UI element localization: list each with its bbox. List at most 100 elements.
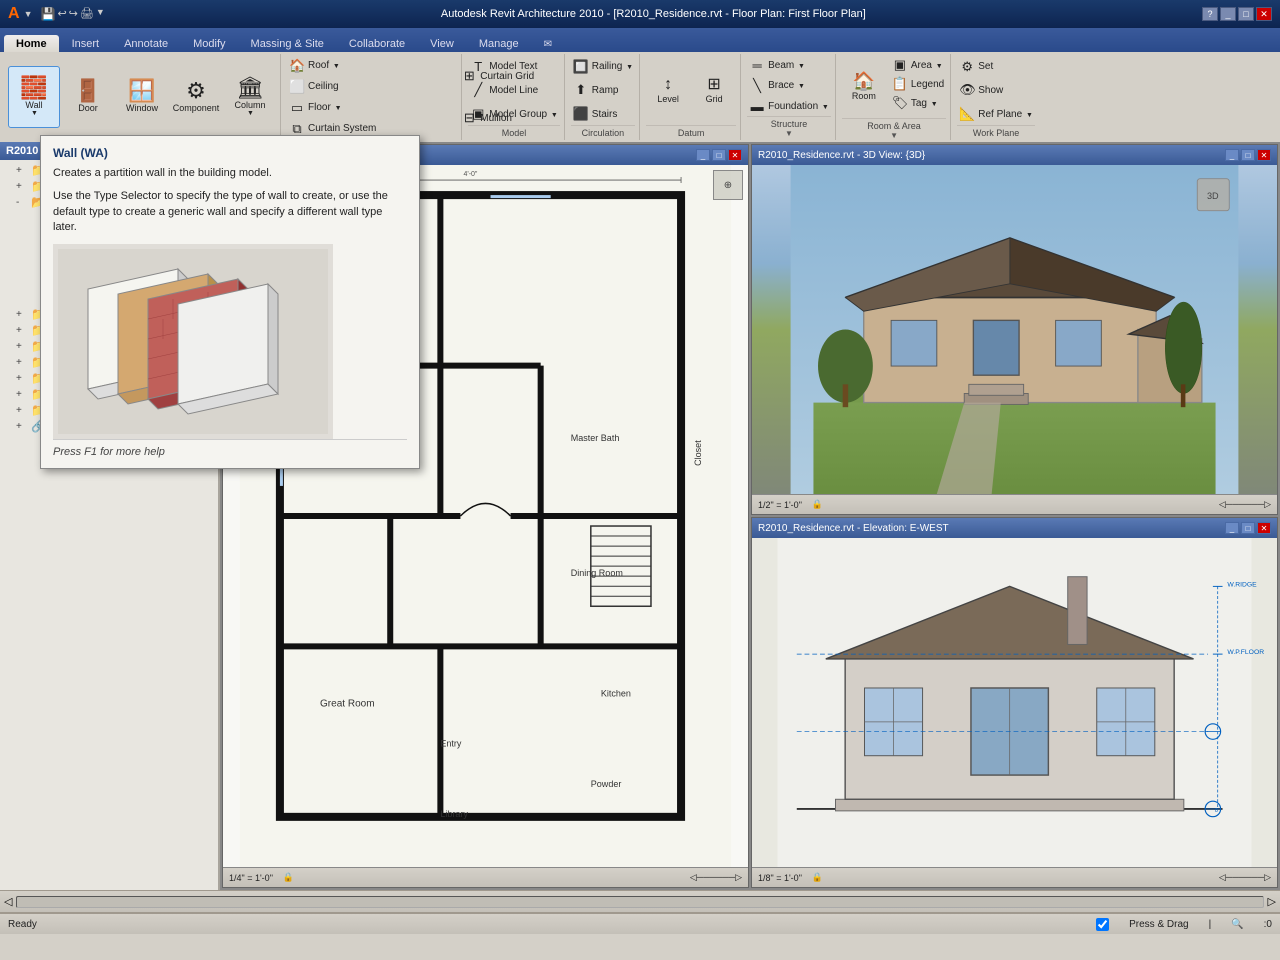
qa-redo[interactable]: ↪ xyxy=(69,7,78,21)
drafting-toggle[interactable]: + xyxy=(16,325,28,336)
3d-restore[interactable]: □ xyxy=(1241,149,1255,161)
ceiling-button[interactable]: ⬜ Ceiling xyxy=(287,78,457,96)
door-button[interactable]: 🚪 Door xyxy=(62,66,114,128)
model-line-button[interactable]: ╱ Model Line xyxy=(468,81,560,99)
nav-scroll-right[interactable]: ▷ xyxy=(1268,895,1276,908)
3d-views-toggle[interactable]: + xyxy=(16,181,28,192)
window-controls[interactable]: ? _ □ ✕ xyxy=(1202,7,1272,21)
tab-home[interactable]: Home xyxy=(4,35,59,52)
wall-button[interactable]: 🧱 Wall ▼ xyxy=(8,66,60,128)
tab-modify[interactable]: Modify xyxy=(181,35,237,52)
elev-zoom-slider[interactable]: ◁──────▷ xyxy=(1219,872,1271,883)
legends-toggle[interactable]: + xyxy=(16,341,28,352)
3d-minimize[interactable]: _ xyxy=(1225,149,1239,161)
elevation-content[interactable]: W.P.FLOOR W.RIDGE 0 xyxy=(752,538,1277,867)
elev-restore[interactable]: □ xyxy=(1241,522,1255,534)
window-button[interactable]: 🪟 Window xyxy=(116,66,168,128)
floor-plan-controls[interactable]: _ □ ✕ xyxy=(696,149,742,161)
ramp-label: Ramp xyxy=(592,85,619,96)
ceiling-plans-toggle[interactable]: + xyxy=(16,165,28,176)
railing-label: Railing ▼ xyxy=(592,61,633,72)
model-line-label: Model Line xyxy=(489,85,538,96)
svg-text:W.P.FLOOR: W.P.FLOOR xyxy=(1227,649,1264,656)
qa-more[interactable]: ▼ xyxy=(96,7,105,21)
tab-manage[interactable]: Manage xyxy=(467,35,531,52)
elevations-toggle[interactable]: - xyxy=(16,197,28,208)
qa-print[interactable]: 🖨 xyxy=(80,7,94,21)
restore-btn[interactable]: □ xyxy=(1238,7,1254,21)
column-dropdown[interactable]: ▼ xyxy=(247,110,254,117)
tab-view[interactable]: View xyxy=(418,35,466,52)
fp-restore[interactable]: □ xyxy=(712,149,726,161)
ramp-button[interactable]: ⬆ Ramp xyxy=(571,81,635,99)
level-button[interactable]: ↕ Level xyxy=(646,69,690,113)
column-button[interactable]: 🏛 Column ▼ xyxy=(224,66,276,128)
elevation-title: R2010_Residence.rvt - Elevation: E-WEST xyxy=(758,523,949,534)
foundation-button[interactable]: ▬ Foundation ▼ xyxy=(747,98,831,115)
model-group-button[interactable]: ▣ Model Group ▼ xyxy=(468,105,560,123)
area-button[interactable]: ▣ Area ▼ xyxy=(890,56,946,74)
tab-collaborate[interactable]: Collaborate xyxy=(337,35,417,52)
brace-label: Brace ▼ xyxy=(768,80,805,91)
search-btn[interactable]: ? xyxy=(1202,7,1218,21)
component-button[interactable]: ⚙ Component xyxy=(170,66,222,128)
elevation-scale: 1/8" = 1'-0" xyxy=(758,873,802,883)
qa-undo[interactable]: ↩ xyxy=(57,7,66,21)
fp-nav-cube[interactable]: ⊕ xyxy=(713,170,743,200)
svg-text:0: 0 xyxy=(1215,808,1218,814)
project-name: R2010 xyxy=(6,145,38,157)
press-drag-checkbox[interactable] xyxy=(1096,918,1109,931)
tab-extra[interactable]: ✉ xyxy=(532,36,564,52)
fp-zoom-slider[interactable]: ◁──────▷ xyxy=(690,872,742,883)
groups-toggle[interactable]: + xyxy=(16,405,28,416)
schedules-toggle[interactable]: + xyxy=(16,357,28,368)
tab-massing[interactable]: Massing & Site xyxy=(239,35,336,52)
sheets-toggle[interactable]: + xyxy=(16,373,28,384)
elev-minimize[interactable]: _ xyxy=(1225,522,1239,534)
elev-close[interactable]: ✕ xyxy=(1257,522,1271,534)
minimize-btn[interactable]: _ xyxy=(1220,7,1236,21)
show-button[interactable]: 👁 Show xyxy=(957,81,1035,99)
model-text-button[interactable]: T Model Text xyxy=(468,58,560,75)
wall-icon: 🧱 xyxy=(20,77,47,99)
3d-lock-icon: 🔒 xyxy=(812,499,823,510)
legend-label: Legend xyxy=(911,79,944,90)
railing-button[interactable]: 🔲 Railing ▼ xyxy=(571,58,635,76)
room-area-expand[interactable]: ▼ xyxy=(842,131,946,140)
legend-button[interactable]: 📋 Legend xyxy=(890,75,946,93)
ref-plane-button[interactable]: 📐 Ref Plane ▼ xyxy=(957,105,1035,123)
revit-links-toggle[interactable]: + xyxy=(16,421,28,432)
sections-toggle[interactable]: + xyxy=(16,309,28,320)
3d-close[interactable]: ✕ xyxy=(1257,149,1271,161)
tag-button[interactable]: 🏷 Tag ▼ xyxy=(890,94,946,112)
circulation-buttons: 🔲 Railing ▼ ⬆ Ramp ⬛ Stairs xyxy=(571,56,635,125)
grid-button[interactable]: ⊞ Grid xyxy=(692,69,736,113)
room-button[interactable]: 🏠 Room xyxy=(842,56,886,118)
group-build: 🧱 Wall ▼ 🚪 Door 🪟 Window ⚙ Component 🏛 C… xyxy=(4,54,281,140)
roof-button[interactable]: 🏠 Roof ▼ xyxy=(287,57,457,75)
qa-save[interactable]: 💾 xyxy=(40,7,55,21)
view-3d-content[interactable]: 3D xyxy=(752,165,1277,494)
close-btn[interactable]: ✕ xyxy=(1256,7,1272,21)
structure-expand[interactable]: ▼ xyxy=(747,129,831,138)
3d-zoom-slider[interactable]: ◁──────▷ xyxy=(1219,499,1271,510)
fp-close[interactable]: ✕ xyxy=(728,149,742,161)
ceiling-label: Ceiling xyxy=(308,81,339,92)
families-toggle[interactable]: + xyxy=(16,389,28,400)
wall-dropdown[interactable]: ▼ xyxy=(31,110,38,117)
tab-annotate[interactable]: Annotate xyxy=(112,35,180,52)
brace-button[interactable]: ╲ Brace ▼ xyxy=(747,77,831,95)
beam-button[interactable]: ═ Beam ▼ xyxy=(747,57,831,74)
nav-scroll-left[interactable]: ◁ xyxy=(4,895,12,908)
legend-icon: 📋 xyxy=(892,76,908,92)
nav-scrollbar[interactable] xyxy=(16,896,1263,908)
set-button[interactable]: ⚙ Set xyxy=(957,58,1035,76)
foundation-label: Foundation ▼ xyxy=(768,101,829,112)
circulation-label: Circulation xyxy=(571,125,635,138)
elevation-controls[interactable]: _ □ ✕ xyxy=(1225,522,1271,534)
floor-button[interactable]: ▭ Floor ▼ xyxy=(287,99,457,117)
tab-insert[interactable]: Insert xyxy=(60,35,112,52)
3d-controls[interactable]: _ □ ✕ xyxy=(1225,149,1271,161)
stairs-button[interactable]: ⬛ Stairs xyxy=(571,105,635,123)
fp-minimize[interactable]: _ xyxy=(696,149,710,161)
